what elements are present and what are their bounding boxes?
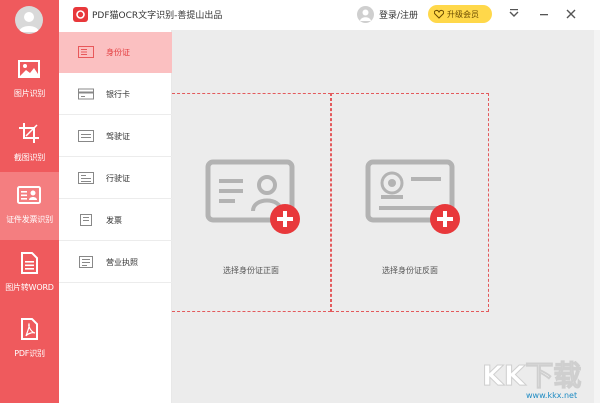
app-window: 图片识别 截图识别 证件发票识别 图片转WORD PDF识别 PDF猫OCR文字…	[0, 0, 600, 403]
close-icon[interactable]	[564, 7, 578, 21]
pdf-icon	[21, 318, 38, 340]
document-type-list: 身份证 银行卡 驾驶证 行驶证 发票 营业执照	[59, 30, 172, 403]
minimize-icon[interactable]	[537, 7, 551, 21]
nav-item-label: 图片转WORD	[5, 283, 54, 292]
license-icon	[78, 172, 94, 184]
nav-item-label: 证件发票识别	[6, 215, 53, 224]
subnav-item-id-card[interactable]: 身份证	[59, 32, 172, 73]
crop-icon	[19, 123, 39, 143]
nav-item-label: 截图识别	[13, 153, 46, 162]
id-back-dropzone[interactable]: 选择身份证反面	[331, 93, 489, 312]
scrollbar[interactable]	[594, 30, 600, 403]
subnav-item-invoice[interactable]: 发票	[59, 200, 172, 241]
window-title: PDF猫OCR文字识别-善提山出品	[92, 11, 223, 21]
svg-text:KK下载: KK下载	[482, 359, 581, 392]
document-icon	[21, 252, 38, 274]
bank-card-icon	[78, 88, 94, 100]
nav-item-image-to-word[interactable]: 图片转WORD	[0, 240, 59, 308]
watermark-url: www.kkx.net	[526, 391, 578, 400]
subnav-item-label: 银行卡	[106, 90, 130, 99]
nav-item-label: PDF识别	[14, 349, 45, 358]
subnav-item-bank-card[interactable]: 银行卡	[59, 74, 172, 115]
dropdown-menu-icon[interactable]	[507, 7, 521, 21]
license-icon	[79, 256, 93, 268]
subnav-item-label: 行驶证	[106, 174, 130, 183]
license-icon	[78, 130, 94, 142]
id-front-dropzone[interactable]: 选择身份证正面	[172, 93, 331, 312]
nav-item-screenshot-ocr[interactable]: 截图识别	[0, 110, 59, 178]
subnav-item-label: 驾驶证	[106, 132, 130, 141]
subnav-item-business-license[interactable]: 营业执照	[59, 242, 172, 283]
nav-item-image-ocr[interactable]: 图片识别	[0, 46, 59, 114]
id-card-icon	[78, 46, 94, 58]
id-card-front-icon	[205, 159, 300, 234]
upgrade-membership-button[interactable]: 升级会员	[428, 5, 492, 23]
upload-area: 选择身份证正面 选择身份证反面	[172, 30, 594, 403]
subnav-item-label: 发票	[106, 216, 122, 225]
id-front-label: 选择身份证正面	[223, 266, 279, 275]
id-card-icon	[17, 186, 41, 204]
nav-item-label: 图片识别	[13, 89, 46, 98]
login-register-link[interactable]: 登录/注册	[379, 8, 418, 21]
subnav-item-vehicle-license[interactable]: 行驶证	[59, 158, 172, 199]
title-bar: PDF猫OCR文字识别-善提山出品 登录/注册 升级会员	[59, 0, 600, 30]
subnav-item-driver-license[interactable]: 驾驶证	[59, 116, 172, 157]
nav-item-id-invoice-ocr[interactable]: 证件发票识别	[0, 172, 59, 240]
subnav-item-label: 营业执照	[106, 258, 138, 267]
avatar[interactable]	[15, 6, 43, 34]
subnav-item-label: 身份证	[106, 48, 130, 57]
app-logo-icon	[73, 7, 88, 22]
nav-item-pdf-ocr[interactable]: PDF识别	[0, 306, 59, 374]
upgrade-label: 升级会员	[447, 10, 479, 19]
id-card-back-icon	[365, 159, 460, 234]
left-nav: 图片识别 截图识别 证件发票识别 图片转WORD PDF识别	[0, 0, 59, 403]
invoice-icon	[80, 214, 92, 226]
id-back-label: 选择身份证反面	[382, 266, 438, 275]
image-icon	[18, 60, 40, 78]
user-icon[interactable]	[357, 6, 374, 23]
avatar-icon	[19, 12, 39, 32]
heart-icon	[434, 9, 444, 19]
